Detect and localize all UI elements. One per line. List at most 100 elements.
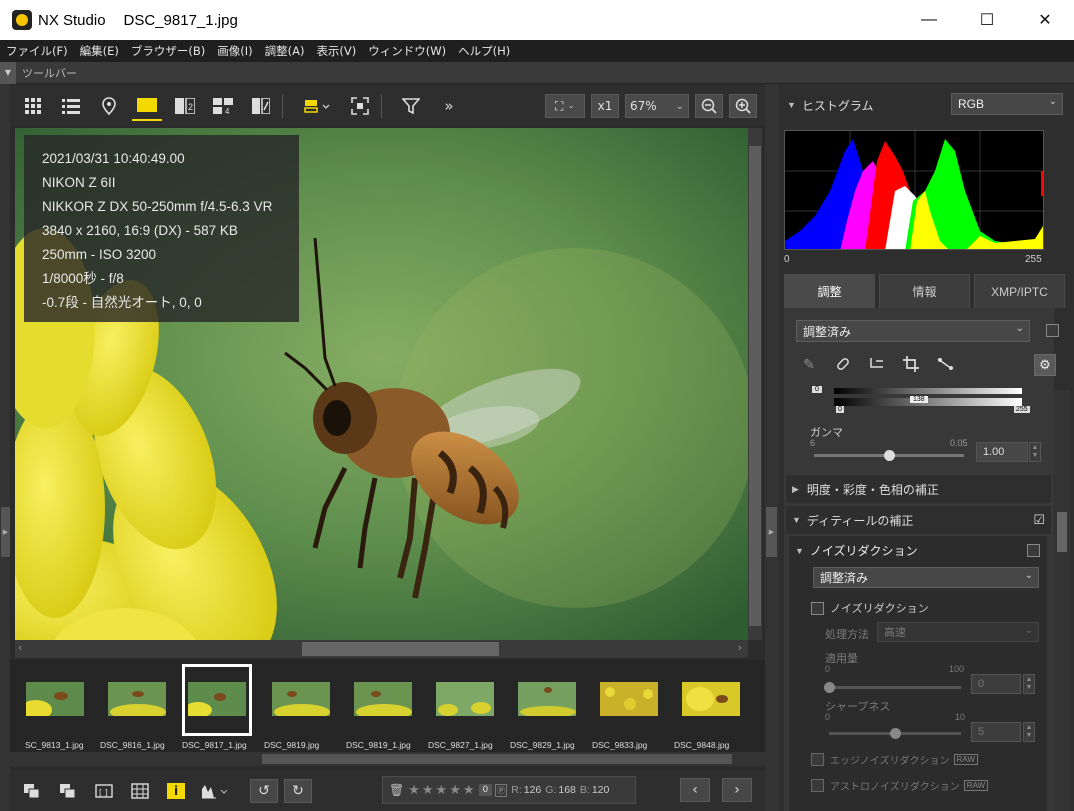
amount-slider-knob[interactable] — [824, 682, 835, 693]
brightness-section-header[interactable]: ▶ 明度・彩度・色相の補正 — [786, 475, 1051, 503]
gamma-slider[interactable] — [814, 450, 964, 461]
tab-adjust[interactable]: 調整 — [784, 274, 875, 308]
single-image-view-icon[interactable] — [132, 91, 162, 121]
settings-gear-icon[interactable]: ⚙ — [1034, 354, 1056, 376]
left-panel-toggle-icon[interactable]: ▶ — [1, 507, 10, 557]
right-panel-toggle-icon[interactable]: ▶ — [766, 507, 777, 557]
grid-view-icon[interactable] — [18, 91, 48, 121]
sharpness-stepper[interactable]: ▲ ▼ — [1023, 722, 1035, 742]
menu-help[interactable]: ヘルプ(H) — [458, 43, 510, 59]
histogram-toggle-icon[interactable] — [198, 777, 232, 805]
menu-view[interactable]: 表示(V) — [316, 43, 356, 59]
thumbnail-item[interactable]: DSC_9819.jpg — [264, 664, 344, 754]
fit-to-screen-dropdown[interactable]: ⛶ ⌄ — [545, 94, 585, 118]
scroll-thumb[interactable] — [1057, 512, 1067, 552]
detail-section-header[interactable]: ▼ ディティールの補正 ☑ — [786, 506, 1051, 534]
zoom-in-icon[interactable] — [729, 94, 757, 118]
zoom-percent-dropdown[interactable]: 67% ⌄ — [625, 94, 689, 118]
scroll-thumb[interactable] — [749, 146, 761, 626]
astro-noise-reduction-checkbox[interactable] — [811, 779, 824, 792]
rotate-right-icon[interactable]: ↻ — [284, 778, 312, 803]
histogram-channel-select[interactable]: RGB ⌄ — [951, 93, 1063, 115]
trash-icon[interactable]: 🗑 — [389, 783, 404, 797]
previous-image-button[interactable]: ‹ — [680, 778, 710, 802]
star-icon[interactable]: ★ — [422, 783, 434, 798]
star-icon[interactable]: ★ — [408, 783, 420, 798]
edge-noise-reduction-checkbox[interactable] — [811, 753, 824, 766]
collapse-triangle-icon[interactable]: ▼ — [787, 100, 796, 110]
adjust-enable-checkbox[interactable] — [1046, 324, 1059, 337]
straighten-icon[interactable] — [860, 350, 894, 378]
sharpness-slider[interactable] — [829, 728, 961, 739]
maximize-button[interactable]: ☐ — [958, 0, 1016, 40]
grid-overlay-icon[interactable] — [126, 777, 154, 805]
label-icon[interactable]: Ⓟ — [495, 783, 508, 797]
menu-file[interactable]: ファイル(F) — [6, 43, 68, 59]
collapse-triangle-icon[interactable]: ▼ — [0, 61, 16, 84]
adjust-scrollbar[interactable] — [1054, 390, 1070, 811]
scroll-right-icon[interactable]: › — [738, 641, 742, 654]
edit-check-icon[interactable]: ☑ — [1033, 512, 1045, 528]
histogram-header[interactable]: ▼ ヒストグラム RGB ⌄ — [779, 90, 1069, 120]
astro-noise-reduction-option[interactable]: アストロノイズリダクション RAW — [811, 778, 989, 793]
adjust-preset-select[interactable]: 調整済み ⌄ — [796, 320, 1030, 342]
levels-control[interactable]: 0 138 0 255 — [812, 386, 1034, 416]
amount-stepper[interactable]: ▲ ▼ — [1023, 674, 1035, 694]
noise-reduction-checkbox[interactable] — [811, 601, 824, 615]
rotate-left-icon[interactable]: ↺ — [250, 778, 278, 803]
noise-reduction-enable-checkbox[interactable] — [1027, 544, 1040, 557]
menu-window[interactable]: ウィンドウ(W) — [368, 43, 446, 59]
before-after-icon[interactable] — [246, 91, 276, 121]
edge-noise-reduction-option[interactable]: エッジノイズリダクション RAW — [811, 752, 978, 767]
minimize-button[interactable]: — — [900, 0, 958, 40]
map-pin-icon[interactable] — [94, 91, 124, 121]
menu-edit[interactable]: 編集(E) — [80, 43, 119, 59]
thumbnail-item[interactable]: DSC_9827_1.jpg — [428, 664, 508, 754]
star-icon[interactable]: ★ — [436, 783, 448, 798]
compare-four-icon[interactable]: 4 — [208, 91, 238, 121]
sharpness-slider-knob[interactable] — [890, 728, 901, 739]
thumbnail-item[interactable]: DSC_9833.jpg — [592, 664, 672, 754]
scroll-thumb[interactable] — [262, 754, 732, 764]
more-chevron-icon[interactable]: » — [434, 91, 464, 121]
image-horizontal-scrollbar[interactable]: ‹ › — [15, 640, 748, 658]
noise-reduction-header[interactable]: ▼ ノイズリダクション — [795, 542, 918, 559]
star-icon[interactable]: ★ — [463, 783, 475, 798]
amount-value-field[interactable]: 0 — [971, 674, 1021, 694]
color-picker-icon[interactable]: ✎ — [792, 350, 826, 378]
menu-image[interactable]: 画像(I) — [217, 43, 252, 59]
thumbnail-item[interactable]: DSC_9848.jpg — [674, 664, 754, 754]
filter-icon[interactable] — [396, 91, 426, 121]
noise-preset-select[interactable]: 調整済み ⌄ — [813, 567, 1039, 588]
collapse-triangle-icon[interactable]: ▼ — [792, 515, 801, 525]
thumbnail-item[interactable]: DSC_9816_1.jpg — [100, 664, 180, 754]
zoom-x1-button[interactable]: x1 — [591, 94, 619, 118]
noise-reduction-option[interactable]: ノイズリダクション — [811, 600, 929, 616]
toolbar-header[interactable]: ▼ ツールバー — [0, 61, 1074, 84]
gamma-stepper[interactable]: ▲ ▼ — [1029, 442, 1041, 462]
sharpness-value-field[interactable]: 5 — [971, 722, 1021, 742]
expand-triangle-icon[interactable]: ▶ — [792, 484, 799, 495]
highlight-display-icon[interactable] — [297, 91, 337, 121]
collapse-triangle-icon[interactable]: ▼ — [795, 546, 804, 556]
gamma-slider-knob[interactable] — [884, 450, 895, 461]
compare-two-icon[interactable]: 2 — [170, 91, 200, 121]
method-select[interactable]: 高速 ⌄ — [877, 622, 1039, 642]
star-icon[interactable]: ★ — [449, 783, 461, 798]
tab-xmp-iptc[interactable]: XMP/IPTC — [974, 274, 1065, 308]
thumbnail-item[interactable]: DSC_9819_1.jpg — [346, 664, 426, 754]
fullscreen-icon[interactable] — [345, 91, 375, 121]
info-display-icon[interactable]: i — [162, 777, 190, 805]
perspective-icon[interactable] — [928, 350, 962, 378]
scroll-left-icon[interactable]: ‹ — [18, 641, 22, 654]
tab-info[interactable]: 情報 — [879, 274, 970, 308]
menu-browser[interactable]: ブラウザー(B) — [131, 43, 205, 59]
close-button[interactable]: ✕ — [1016, 0, 1074, 40]
stack-icon[interactable] — [18, 777, 46, 805]
crop-frame-icon[interactable]: [ ] — [90, 777, 118, 805]
stack-expand-icon[interactable] — [54, 777, 82, 805]
zoom-out-icon[interactable] — [695, 94, 723, 118]
retouch-brush-icon[interactable] — [826, 350, 860, 378]
image-vertical-scrollbar[interactable] — [748, 128, 762, 640]
next-image-button[interactable]: › — [722, 778, 752, 802]
